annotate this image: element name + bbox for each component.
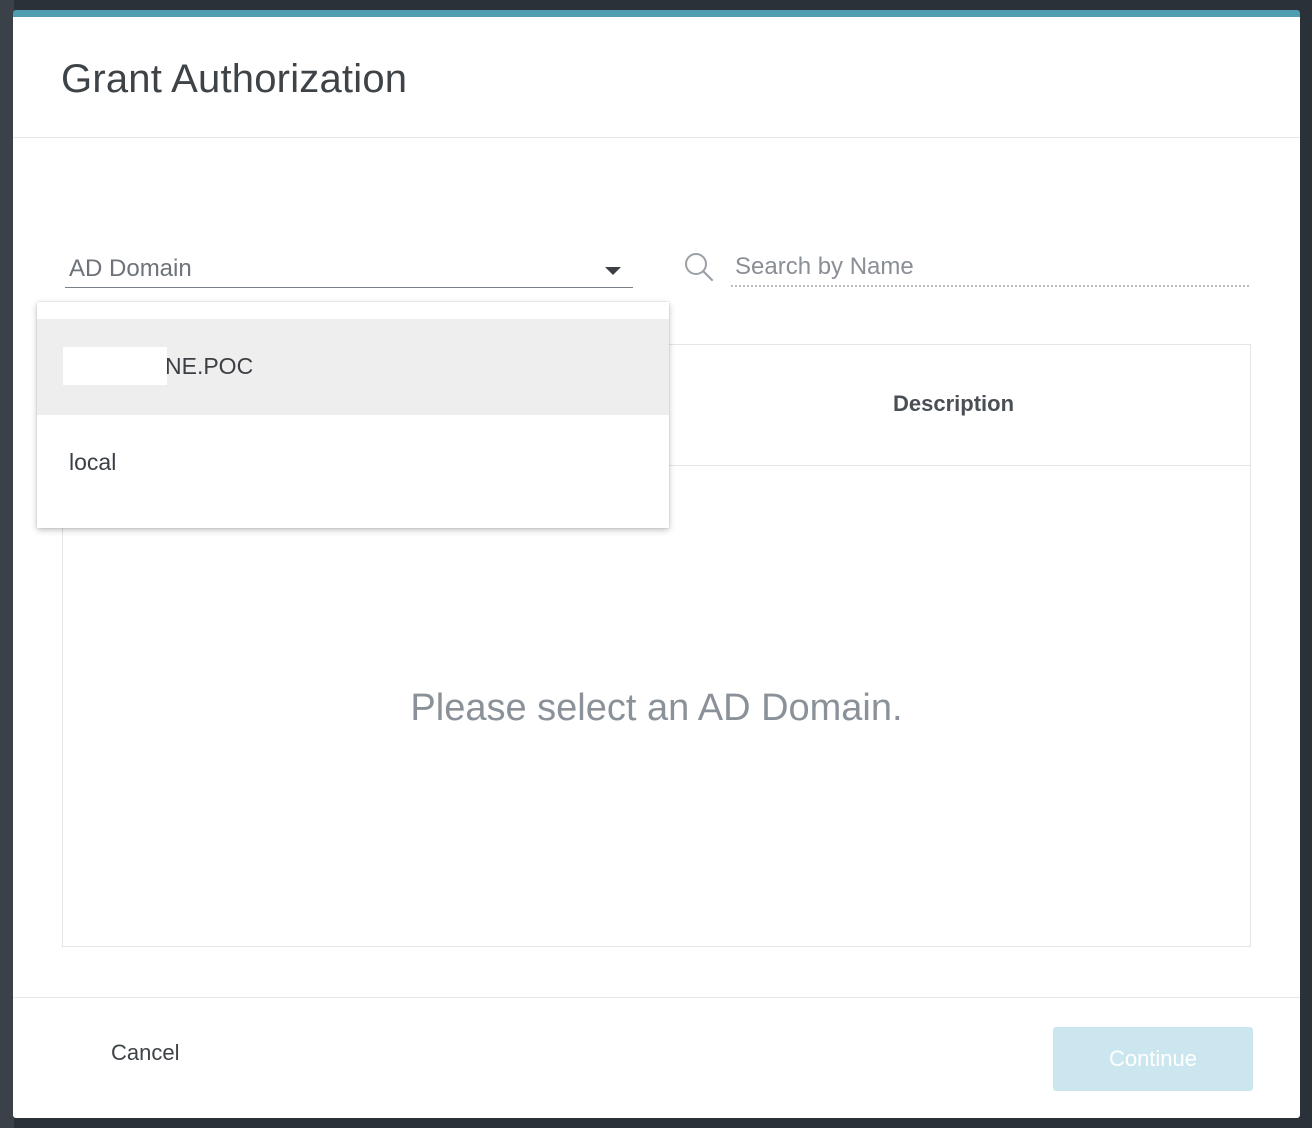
search-box	[683, 245, 1249, 293]
dropdown-option-local[interactable]: local	[37, 415, 669, 511]
dialog-header: Grant Authorization	[13, 17, 1300, 138]
caret-down-icon	[605, 267, 621, 275]
column-header-description: Description	[893, 391, 1015, 416]
dropdown-option-ne-poc[interactable]: NE.POC	[37, 319, 669, 415]
ad-domain-dropdown-menu: NE.POC local	[37, 302, 669, 528]
empty-state-message: Please select an AD Domain.	[410, 687, 903, 729]
ad-domain-select-label: AD Domain	[69, 255, 192, 282]
search-icon	[685, 253, 714, 282]
search-input[interactable]	[731, 249, 1249, 287]
dropdown-option-label: NE.POC	[165, 353, 254, 379]
continue-button[interactable]: Continue	[1053, 1027, 1253, 1091]
redacted-region	[63, 347, 167, 385]
dialog-footer: Cancel Continue	[13, 997, 1300, 1118]
cancel-button[interactable]: Cancel	[111, 1040, 179, 1066]
grant-authorization-dialog: Grant Authorization AD Domain Descriptio…	[13, 10, 1300, 1118]
ad-domain-select[interactable]: AD Domain	[65, 249, 633, 288]
dialog-title: Grant Authorization	[61, 57, 408, 101]
dropdown-option-label: local	[69, 449, 117, 475]
page-backdrop	[0, 0, 14, 1128]
